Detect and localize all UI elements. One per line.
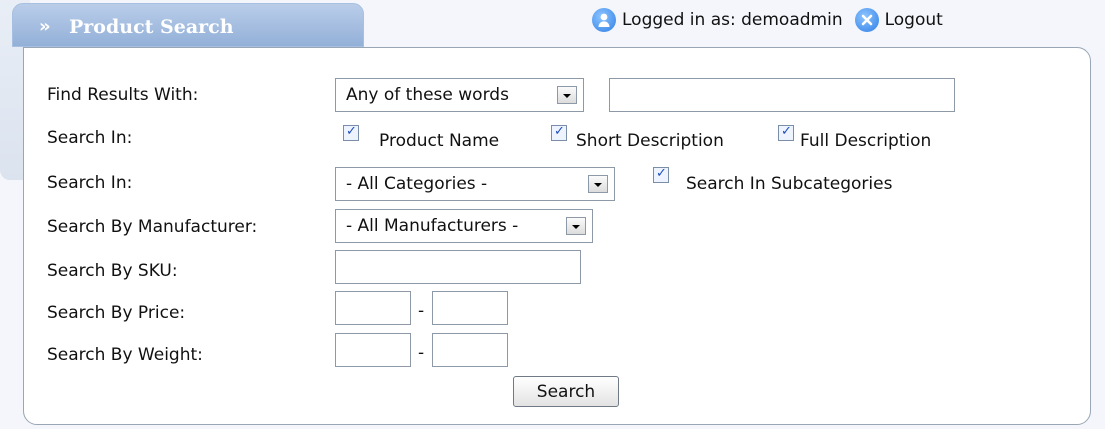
chevron-down-icon[interactable] [588,175,608,193]
user-icon [592,8,616,32]
logged-in-text: Logged in as: demoadmin [622,10,843,30]
product-search-tab[interactable]: » Product Search [12,3,364,47]
category-value: - All Categories - [346,174,488,194]
logout-link[interactable]: Logout [885,10,943,30]
short-description-label: Short Description [576,131,724,151]
full-description-checkbox[interactable] [778,124,794,141]
price-from-input[interactable] [335,291,411,325]
manufacturer-label: Search By Manufacturer: [47,217,258,237]
price-range-separator: - [418,301,425,321]
price-to-input[interactable] [432,291,508,325]
keywords-input[interactable] [609,78,955,112]
find-results-label: Find Results With: [47,85,199,105]
subcategories-checkbox[interactable] [653,166,669,183]
subcategories-label: Search In Subcategories [686,174,893,194]
search-in-category-label: Search In: [47,173,133,193]
chevron-down-icon[interactable] [566,217,586,235]
manufacturer-value: - All Manufacturers - [346,216,519,236]
search-in-label: Search In: [47,128,133,148]
short-description-checkbox[interactable] [551,124,567,141]
product-name-checkbox[interactable] [343,124,359,141]
category-select[interactable]: - All Categories - [335,167,615,201]
double-chevron-icon: » [39,16,51,37]
sku-label: Search By SKU: [47,261,178,281]
search-button[interactable]: Search [513,376,619,407]
find-mode-select[interactable]: Any of these words [335,78,584,112]
weight-range-separator: - [418,343,425,363]
price-label: Search By Price: [47,303,186,323]
weight-from-input[interactable] [335,333,411,367]
close-circle-icon[interactable] [854,8,879,32]
weight-label: Search By Weight: [47,345,203,365]
weight-to-input[interactable] [432,333,508,367]
product-name-label: Product Name [379,131,500,151]
manufacturer-select[interactable]: - All Manufacturers - [335,209,593,243]
tab-title: Product Search [69,16,234,38]
sku-input[interactable] [335,250,581,284]
chevron-down-icon[interactable] [557,86,577,104]
find-mode-value: Any of these words [346,85,509,105]
full-description-label: Full Description [800,131,932,151]
user-bar: Logged in as: demoadmin Logout [592,8,943,32]
